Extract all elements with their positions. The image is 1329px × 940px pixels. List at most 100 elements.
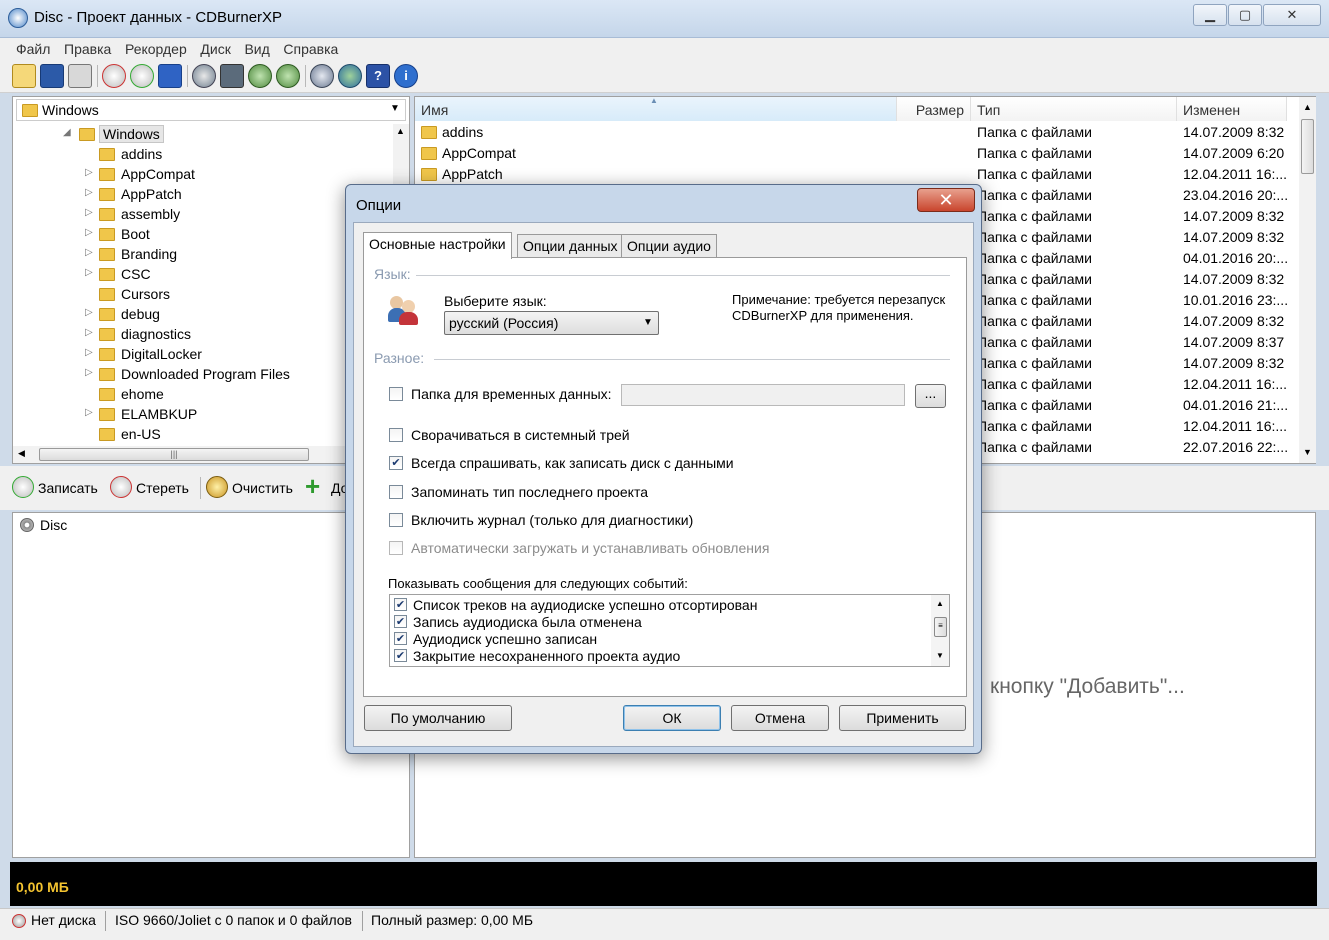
tree-horizontal-scrollbar[interactable]: ◀ ||| [13,446,393,463]
file-type: Папка с файлами [977,418,1092,434]
dialog-body: Основные настройки Опции данных Опции ау… [353,222,974,747]
tree-item[interactable]: en-US [13,424,393,444]
file-type: Папка с файлами [977,124,1092,140]
tree-item[interactable]: ▷ diagnostics [13,324,393,344]
tree-item[interactable]: ▷ AppPatch [13,184,393,204]
forward-icon[interactable] [276,64,300,88]
tree-root-label: Windows [99,125,164,143]
event-checkbox[interactable]: ✔ [394,615,407,628]
clear-label: Очистить [232,480,293,496]
disc-root-label[interactable]: Disc [40,517,67,533]
tree-item[interactable]: ▷ Boot [13,224,393,244]
scroll-grip: ||| [170,449,178,459]
close-button[interactable]: ✕ [1263,4,1321,26]
tree-item[interactable]: addins [13,144,393,164]
file-modified: 23.04.2016 20:... [1183,187,1289,203]
status-filesystem: ISO 9660/Joliet с 0 папок и 0 файлов [115,912,352,928]
maximize-button[interactable]: ▢ [1228,4,1262,26]
column-header-modified[interactable]: Изменен [1177,97,1287,121]
add-files-icon[interactable] [192,64,216,88]
apply-button[interactable]: Применить [839,705,966,731]
tree-item[interactable]: ▷ AppCompat [13,164,393,184]
clear-button[interactable]: Очистить [206,476,301,500]
event-checkbox[interactable]: ✔ [394,632,407,645]
disc-icon [20,518,34,532]
minimize-button[interactable]: ▁ [1193,4,1227,26]
new-project-icon[interactable] [12,64,36,88]
tree-item[interactable]: ▷ Downloaded Program Files [13,364,393,384]
scroll-thumb[interactable] [1301,119,1314,174]
folder-combo[interactable]: Windows ▼ [16,99,406,121]
tab-data-options[interactable]: Опции данных [517,234,624,258]
tree-root-windows[interactable]: ◢ Windows [13,124,393,144]
scroll-thumb[interactable]: ||| [39,448,309,461]
tree-item[interactable]: ▷ debug [13,304,393,324]
tree-item-label: addins [121,146,163,162]
ok-button[interactable]: ОК [623,705,721,731]
column-header-type[interactable]: Тип [971,97,1177,121]
event-label: Список треков на аудиодиске успешно отсо… [413,597,758,613]
folder-icon [99,428,115,441]
column-type-label: Тип [977,102,1001,118]
defaults-button[interactable]: По умолчанию [364,705,512,731]
menu-file[interactable]: Файл [11,39,55,59]
gear-icon[interactable] [310,64,334,88]
file-type: Папка с файлами [977,208,1092,224]
expand-arrow-icon: ▷ [85,407,93,418]
cancel-button[interactable]: Отмена [731,705,829,731]
event-checkbox[interactable]: ✔ [394,649,407,662]
tree-item[interactable]: ▷ DigitalLocker [13,344,393,364]
tree-item[interactable]: ▷ ELAMBKUP [13,404,393,424]
erase-button[interactable]: Стереть [110,476,200,500]
print-icon[interactable] [68,64,92,88]
save-icon[interactable] [40,64,64,88]
temp-folder-checkbox[interactable] [389,387,403,401]
drive-icon[interactable] [220,64,244,88]
tree-item[interactable]: ▷ Branding [13,244,393,264]
burn-button[interactable]: Записать [12,476,106,500]
tab-audio-options[interactable]: Опции аудио [621,234,717,258]
language-select[interactable]: русский (Россия) ▼ [444,311,659,335]
tree-item[interactable]: ▷ assembly [13,204,393,224]
scroll-thumb[interactable]: ≡ [934,617,947,637]
menu-recorder[interactable]: Рекордер [120,39,192,59]
finalize-disc-icon[interactable] [130,64,154,88]
tab-general[interactable]: Основные настройки [363,232,512,259]
file-modified: 04.01.2016 20:... [1183,250,1289,266]
events-scrollbar[interactable]: ▲ ≡ ▼ [931,595,949,666]
menu-edit[interactable]: Правка [59,39,116,59]
help-icon[interactable]: ? [366,64,390,88]
table-row[interactable]: AppPatch Папка с файлами 12.04.2011 16:... [415,164,1295,185]
option-checkbox[interactable] [389,485,403,499]
disc-info-icon[interactable] [158,64,182,88]
column-header-size[interactable]: Размер [897,97,971,121]
erase-disc-icon [110,476,132,498]
temp-folder-label: Папка для временных данных: [411,386,612,402]
web-update-icon[interactable] [338,64,362,88]
table-row[interactable]: AppCompat Папка с файлами 14.07.2009 6:20 [415,143,1295,164]
table-row[interactable]: addins Папка с файлами 14.07.2009 8:32 [415,122,1295,143]
dialog-close-button[interactable]: ✕ [917,188,975,212]
tree-item-label: debug [121,306,160,322]
erase-disc-icon[interactable] [102,64,126,88]
scroll-up-icon: ▲ [396,126,405,136]
tree-item[interactable]: ▷ CSC [13,264,393,284]
back-icon[interactable] [248,64,272,88]
browse-button[interactable]: ... [915,384,946,408]
temp-folder-input[interactable] [621,384,905,406]
menu-help[interactable]: Справка [278,39,343,59]
option-checkbox[interactable] [389,513,403,527]
column-header-name[interactable]: Имя ▲ [415,96,897,121]
menu-view[interactable]: Вид [239,39,274,59]
tree-item[interactable]: ehome [13,384,393,404]
file-type: Папка с файлами [977,145,1092,161]
info-icon[interactable]: i [394,64,418,88]
option-checkbox[interactable]: ✔ [389,456,403,470]
add-button[interactable]: + До [305,473,348,500]
tree-item-label: Boot [121,226,150,242]
event-checkbox[interactable]: ✔ [394,598,407,611]
file-list-scrollbar[interactable]: ▲ ▼ [1299,97,1316,463]
tree-item[interactable]: Cursors [13,284,393,304]
option-checkbox[interactable] [389,428,403,442]
menu-disc[interactable]: Диск [195,39,235,59]
